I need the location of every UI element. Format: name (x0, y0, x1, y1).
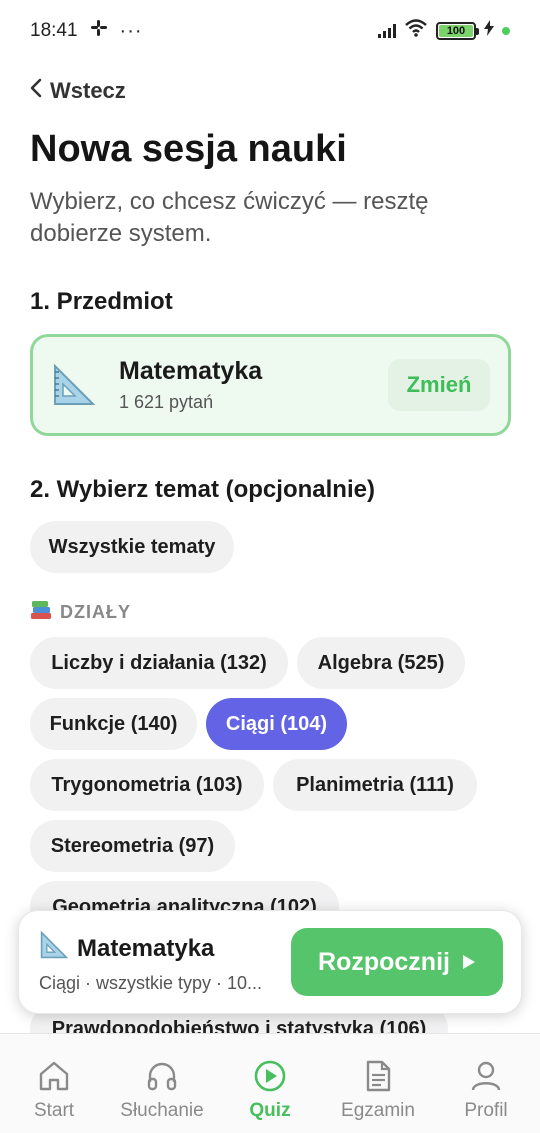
nav-exam-label: Egzamin (341, 1100, 415, 1121)
subject-card[interactable]: Matematyka 1 621 pytań Zmień (30, 334, 511, 436)
chip-all-topics[interactable]: Wszystkie tematy (30, 521, 234, 573)
chip-topic[interactable]: Planimetria (111) (273, 759, 477, 811)
signal-icon (378, 24, 396, 38)
nav-listening-label: Słuchanie (120, 1100, 204, 1121)
nav-start-label: Start (33, 1100, 75, 1121)
subject-section-heading: 1. Przedmiot (30, 288, 173, 315)
chip-topic[interactable]: Stereometria (97) (30, 820, 235, 872)
nav-profile-label: Profil (464, 1100, 508, 1121)
session-summary-bar: Matematyka Ciągi · wszystkie typy · 10..… (18, 910, 522, 1014)
start-button[interactable]: Rozpocznij (291, 928, 503, 996)
chip-topic[interactable]: Liczby i działania (132) (30, 637, 288, 689)
change-subject-button[interactable]: Zmień (388, 359, 490, 411)
battery-icon: 100 (436, 22, 479, 40)
subject-question-count: 1 621 pytań (119, 392, 214, 412)
set-square-icon (51, 362, 97, 408)
chip-topic[interactable]: Algebra (525) (297, 637, 465, 689)
nav-profile[interactable]: Profil (432, 1034, 540, 1133)
chip-topic[interactable]: Funkcje (140) (30, 698, 197, 750)
nav-listening[interactable]: Słuchanie (108, 1034, 216, 1133)
play-circle-icon (254, 1060, 286, 1092)
nav-quiz-label: Quiz (249, 1100, 291, 1121)
status-bar: 18:41 ··· 100 (0, 0, 540, 62)
home-icon (39, 1061, 69, 1091)
battery-level: 100 (439, 25, 473, 37)
page-title: Nowa sesja nauki (30, 128, 347, 170)
topic-section-heading: 2. Wybierz temat (opcjonalnie) (30, 476, 375, 503)
headphones-icon (147, 1062, 177, 1091)
more-notifications-icon: ··· (119, 19, 143, 42)
back-label: Wstecz (50, 78, 126, 103)
wifi-icon (404, 19, 428, 43)
back-button[interactable]: Wstecz (30, 78, 126, 104)
nav-start[interactable]: Start (0, 1034, 108, 1133)
slack-icon (90, 19, 108, 43)
summary-subject: Matematyka (77, 934, 215, 962)
charging-icon (484, 20, 494, 42)
page-subtitle: Wybierz, co chcesz ćwiczyć — resztę dobi… (30, 188, 429, 247)
play-icon (462, 948, 476, 977)
start-button-label: Rozpocznij (318, 947, 450, 976)
chevron-left-icon (30, 78, 42, 104)
set-square-icon (39, 930, 69, 967)
books-icon (30, 600, 52, 625)
subject-name: Matematyka (119, 357, 263, 385)
nav-quiz[interactable]: Quiz (216, 1034, 324, 1133)
summary-details: Ciągi · wszystkie typy · 10... (39, 973, 263, 993)
chip-topic-selected[interactable]: Ciągi (104) (206, 698, 347, 750)
document-icon (366, 1060, 391, 1092)
user-icon (471, 1061, 501, 1091)
active-dot-icon (502, 27, 510, 35)
categories-label: DZIAŁY (30, 600, 131, 625)
status-time: 18:41 (30, 20, 78, 41)
chip-topic[interactable]: Trygonometria (103) (30, 759, 264, 811)
categories-label-text: DZIAŁY (60, 602, 131, 622)
bottom-navigation: Start Słuchanie Quiz Egzamin Profil (0, 1033, 540, 1133)
nav-exam[interactable]: Egzamin (324, 1034, 432, 1133)
